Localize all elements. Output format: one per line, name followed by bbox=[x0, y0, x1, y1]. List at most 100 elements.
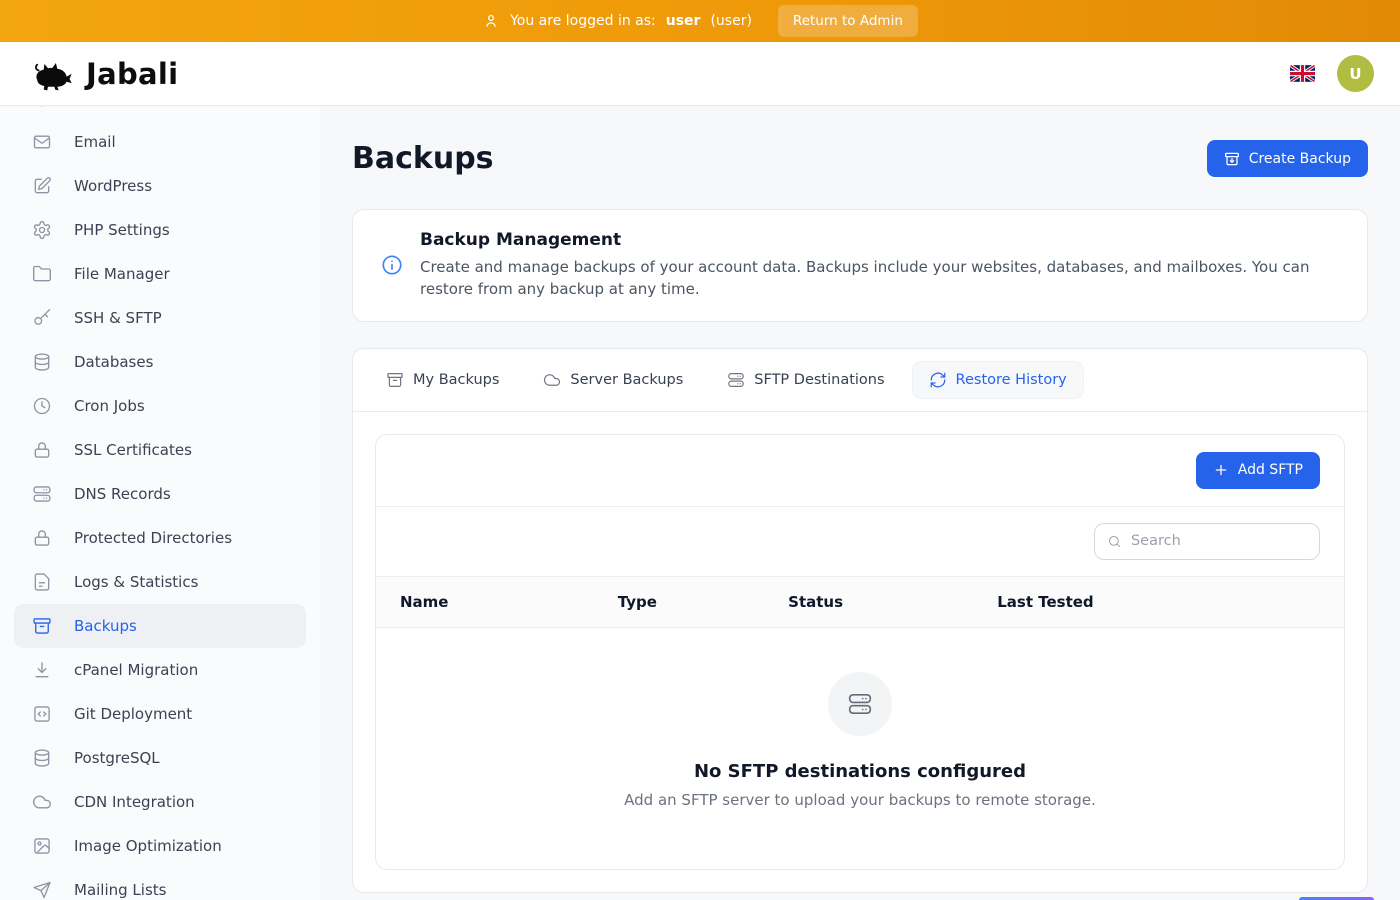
archive-icon bbox=[32, 616, 52, 636]
boar-logo-icon bbox=[30, 57, 76, 91]
empty-state-title: No SFTP destinations configured bbox=[376, 761, 1344, 782]
sidebar-item-label: Git Deployment bbox=[74, 705, 192, 723]
uk-flag-icon[interactable] bbox=[1290, 65, 1315, 82]
return-to-admin-button[interactable]: Return to Admin bbox=[778, 5, 918, 37]
globe-icon bbox=[32, 106, 52, 108]
sidebar-item-label: CDN Integration bbox=[74, 793, 195, 811]
refresh-icon bbox=[929, 371, 947, 389]
sidebar-item-ssh-sftp[interactable]: SSH & SFTP bbox=[14, 296, 306, 340]
info-card-title: Backup Management bbox=[420, 230, 1339, 250]
sidebar-item-image-optimization[interactable]: Image Optimization bbox=[14, 824, 306, 868]
sftp-search-row bbox=[376, 506, 1344, 576]
login-message: You are logged in as: bbox=[510, 13, 656, 29]
gear-icon bbox=[32, 220, 52, 240]
sidebar-item-label: Image Optimization bbox=[74, 837, 222, 855]
sidebar-item-label: cPanel Migration bbox=[74, 661, 198, 679]
edit-icon bbox=[32, 176, 52, 196]
database-icon bbox=[32, 352, 52, 372]
create-backup-button[interactable]: Create Backup bbox=[1207, 140, 1368, 177]
sidebar-item-git-deployment[interactable]: Git Deployment bbox=[14, 692, 306, 736]
sidebar-item-cpanel-migration[interactable]: cPanel Migration bbox=[14, 648, 306, 692]
image-icon bbox=[32, 836, 52, 856]
sftp-toolbar: Add SFTP bbox=[376, 435, 1344, 506]
header-actions: U bbox=[1290, 55, 1374, 92]
sidebar-item-label: WordPress bbox=[74, 177, 152, 195]
server-icon bbox=[847, 691, 873, 717]
sidebar-item-label: Mailing Lists bbox=[74, 881, 166, 899]
column-header-last-tested: Last Tested bbox=[973, 577, 1344, 627]
sidebar-item-label: DNS Records bbox=[74, 485, 171, 503]
sidebar-item-mailing-lists[interactable]: Mailing Lists bbox=[14, 868, 306, 900]
app-header: Jabali U bbox=[0, 42, 1400, 106]
panel-body: Add SFTP Name Type bbox=[353, 412, 1367, 892]
archive-icon bbox=[386, 371, 404, 389]
sidebar-item-label: PHP Settings bbox=[74, 221, 170, 239]
sidebar-item-php-settings[interactable]: PHP Settings bbox=[14, 208, 306, 252]
search-box bbox=[1094, 523, 1320, 560]
search-icon bbox=[1107, 533, 1122, 550]
folder-icon bbox=[32, 264, 52, 284]
sftp-table-header: Name Type Status Last Tested bbox=[376, 576, 1344, 628]
tab-sftp-destinations[interactable]: SFTP Destinations bbox=[710, 361, 901, 399]
sidebar-item-label: PostgreSQL bbox=[74, 749, 160, 767]
empty-state: No SFTP destinations configured Add an S… bbox=[376, 628, 1344, 869]
cloud-icon bbox=[543, 371, 561, 389]
avatar[interactable]: U bbox=[1337, 55, 1374, 92]
tab-server-backups[interactable]: Server Backups bbox=[526, 361, 700, 399]
sidebar-item-wordpress[interactable]: WordPress bbox=[14, 164, 306, 208]
sidebar-item-label: Cron Jobs bbox=[74, 397, 145, 415]
sidebar: Email WordPress PHP Settings bbox=[0, 106, 320, 900]
clock-icon bbox=[32, 396, 52, 416]
sidebar-nav: Email WordPress PHP Settings bbox=[0, 106, 320, 900]
plus-icon bbox=[1213, 462, 1229, 478]
sidebar-item-label: Logs & Statistics bbox=[74, 573, 198, 591]
sidebar-item-file-manager[interactable]: File Manager bbox=[14, 252, 306, 296]
sidebar-item-label: File Manager bbox=[74, 265, 170, 283]
sidebar-item-partial[interactable] bbox=[14, 106, 306, 120]
sidebar-item-databases[interactable]: Databases bbox=[14, 340, 306, 384]
sidebar-item-backups[interactable]: Backups bbox=[14, 604, 306, 648]
empty-state-subtitle: Add an SFTP server to upload your backup… bbox=[376, 791, 1344, 809]
sidebar-item-label: SSL Certificates bbox=[74, 441, 192, 459]
key-icon bbox=[32, 308, 52, 328]
download-icon bbox=[32, 660, 52, 680]
content-shell: Email WordPress PHP Settings bbox=[0, 106, 1400, 900]
document-icon bbox=[32, 572, 52, 592]
server-icon bbox=[32, 484, 52, 504]
sidebar-item-cdn-integration[interactable]: CDN Integration bbox=[14, 780, 306, 824]
column-header-name: Name bbox=[376, 577, 594, 627]
sidebar-item-cron-jobs[interactable]: Cron Jobs bbox=[14, 384, 306, 428]
lock-icon bbox=[32, 528, 52, 548]
database-icon bbox=[32, 748, 52, 768]
backup-management-info-card: Backup Management Create and manage back… bbox=[352, 209, 1368, 322]
page-title: Backups bbox=[352, 141, 494, 176]
backups-panel: My Backups Server Backups SFTP Destinati… bbox=[352, 348, 1368, 893]
column-header-status: Status bbox=[764, 577, 973, 627]
sidebar-item-postgresql[interactable]: PostgreSQL bbox=[14, 736, 306, 780]
tab-my-backups[interactable]: My Backups bbox=[369, 361, 516, 399]
user-icon bbox=[482, 12, 500, 30]
sidebar-item-label: Databases bbox=[74, 353, 153, 371]
sftp-destinations-card: Add SFTP Name Type bbox=[375, 434, 1345, 870]
login-username: user bbox=[666, 13, 701, 29]
sidebar-item-logs-statistics[interactable]: Logs & Statistics bbox=[14, 560, 306, 604]
sidebar-item-dns-records[interactable]: DNS Records bbox=[14, 472, 306, 516]
mail-icon bbox=[32, 132, 52, 152]
add-sftp-button[interactable]: Add SFTP bbox=[1196, 452, 1320, 489]
backup-tabs: My Backups Server Backups SFTP Destinati… bbox=[353, 349, 1367, 412]
sidebar-item-email[interactable]: Email bbox=[14, 120, 306, 164]
server-icon bbox=[727, 371, 745, 389]
main-content: Backups Create Backup Backup Management … bbox=[320, 106, 1400, 900]
brand-logo[interactable]: Jabali bbox=[30, 57, 178, 91]
sidebar-item-ssl-certificates[interactable]: SSL Certificates bbox=[14, 428, 306, 472]
archive-restore-icon bbox=[1224, 151, 1240, 167]
info-icon bbox=[381, 254, 403, 276]
sidebar-item-protected-directories[interactable]: Protected Directories bbox=[14, 516, 306, 560]
search-input[interactable] bbox=[1131, 533, 1307, 549]
tab-restore-history[interactable]: Restore History bbox=[912, 361, 1084, 399]
code-icon bbox=[32, 704, 52, 724]
admin-impersonation-bar: You are logged in as: user (user) Return… bbox=[0, 0, 1400, 42]
column-header-type: Type bbox=[594, 577, 764, 627]
sidebar-item-label: Email bbox=[74, 133, 116, 151]
sidebar-item-label: Backups bbox=[74, 617, 137, 635]
